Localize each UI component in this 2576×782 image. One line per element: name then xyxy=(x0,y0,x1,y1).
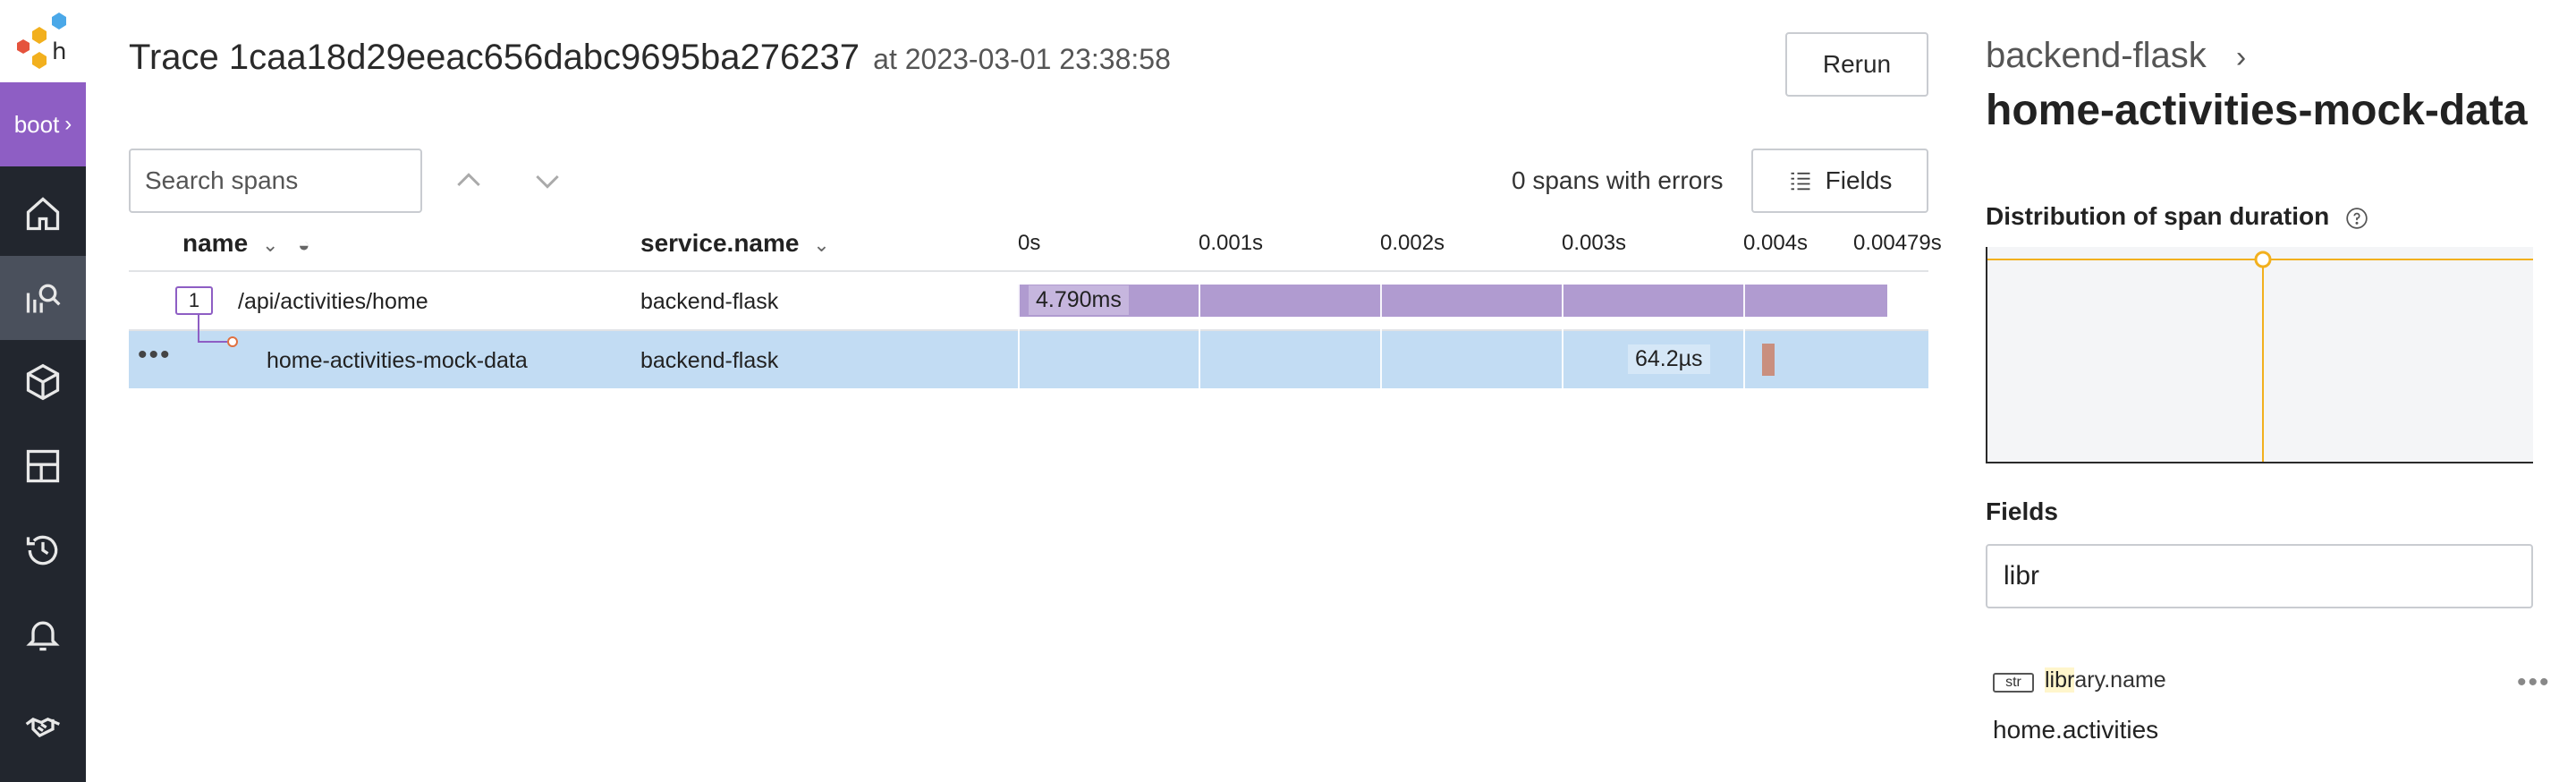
column-service-label: service.name xyxy=(640,229,800,257)
trace-timestamp: at 2023-03-01 23:38:58 xyxy=(873,43,1171,75)
timeline-tick-label: 0s xyxy=(1018,231,1041,255)
span-name: /api/activities/home xyxy=(238,289,428,314)
span-errors-count: 0 spans with errors xyxy=(1512,166,1724,194)
query-icon xyxy=(26,284,61,313)
column-header-service[interactable]: service.name ⌄ xyxy=(640,229,830,258)
distribution-label: Distribution of span duration xyxy=(1986,202,2368,231)
field-more-options-icon[interactable]: ••• xyxy=(2517,667,2551,698)
timeline-gridline xyxy=(1199,285,1200,388)
honeycomb-logo[interactable]: h xyxy=(0,0,86,82)
nav-home[interactable] xyxy=(0,172,86,256)
fields-button-label: Fields xyxy=(1825,166,1893,194)
home-icon xyxy=(26,197,60,231)
detail-service-name: backend-flask xyxy=(1986,36,2207,75)
span-duration-distribution-chart[interactable] xyxy=(1986,247,2533,463)
field-value: home.activities xyxy=(1993,716,2159,744)
honeycomb-logo-icon: h xyxy=(17,13,66,69)
field-name-rest: ary.name xyxy=(2074,667,2166,693)
chevron-right-icon: › xyxy=(64,112,72,136)
distribution-label-text: Distribution of span duration xyxy=(1986,202,2330,230)
help-icon[interactable] xyxy=(2345,207,2368,230)
rerun-button[interactable]: Rerun xyxy=(1785,32,1928,97)
nav-support[interactable] xyxy=(0,685,86,769)
environment-switcher[interactable]: boot › xyxy=(0,82,86,166)
field-name[interactable]: library.name xyxy=(2045,667,2166,693)
triggers-bell-icon xyxy=(26,621,60,651)
field-name-match: libr xyxy=(2045,667,2075,693)
support-handshake-icon xyxy=(25,717,60,738)
nav-history[interactable] xyxy=(0,508,86,592)
left-nav: h boot › xyxy=(0,0,86,782)
table-row-selected[interactable]: ••• home-activities-mock-data backend-fl… xyxy=(129,313,1928,388)
nav-boards[interactable] xyxy=(0,424,86,508)
timeline-tick-label: 0.00479s xyxy=(1853,231,1942,255)
distribution-plot xyxy=(1987,251,2533,462)
nav-query[interactable] xyxy=(0,256,86,340)
timeline-gridline xyxy=(1018,285,1020,388)
history-icon xyxy=(26,535,58,565)
svg-text:h: h xyxy=(52,38,66,65)
span-name: home-activities-mock-data xyxy=(267,348,528,373)
more-options-icon[interactable]: ••• xyxy=(138,340,172,370)
nav-datasets[interactable] xyxy=(0,340,86,424)
trace-id: Trace 1caa18d29eeac656dabc9695ba276237 xyxy=(129,38,860,77)
table-row[interactable]: 1 /api/activities/home backend-flask 4.7… xyxy=(129,272,1928,329)
nav-triggers[interactable] xyxy=(0,592,86,676)
boards-grid-icon xyxy=(26,449,60,483)
chevron-up-icon[interactable] xyxy=(451,163,487,199)
fields-list-icon xyxy=(1791,172,1810,191)
timeline-tick-label: 0.002s xyxy=(1380,231,1445,255)
span-service: backend-flask xyxy=(640,348,779,373)
tree-connector xyxy=(198,313,238,347)
span-service: backend-flask xyxy=(640,289,779,314)
span-bar[interactable] xyxy=(1018,285,1887,317)
timeline-gridline xyxy=(1380,285,1382,388)
search-spans-placeholder: Search spans xyxy=(145,166,299,194)
trace-title: Trace 1caa18d29eeac656dabc9695ba276237 a… xyxy=(129,38,1171,78)
fields-filter-input[interactable]: libr xyxy=(1986,544,2533,608)
timeline-tick-label: 0.001s xyxy=(1199,231,1264,255)
column-header-name[interactable]: name ⌄ ◒ xyxy=(182,229,309,258)
child-count-badge[interactable]: 1 xyxy=(175,286,213,315)
column-name-label: name xyxy=(182,229,249,257)
chevron-down-icon[interactable] xyxy=(530,163,565,199)
search-spans-input[interactable]: Search spans xyxy=(129,149,422,213)
timeline-tick-label: 0.004s xyxy=(1743,231,1809,255)
current-span-point[interactable] xyxy=(2254,251,2272,268)
span-bar[interactable] xyxy=(1761,344,1775,376)
span-duration-label: 4.790ms xyxy=(1029,285,1129,315)
chevron-right-icon: › xyxy=(2235,40,2247,74)
timeline-gridline xyxy=(1743,285,1745,388)
field-type-tag: str xyxy=(1993,673,2034,693)
fields-filter-value: libr xyxy=(2004,561,2040,591)
span-duration-label: 64.2µs xyxy=(1627,344,1710,374)
chevron-down-icon: ⌄ xyxy=(813,234,830,256)
drop-icon: ◒ xyxy=(298,234,310,256)
dataset-cube-icon xyxy=(26,363,60,401)
timeline-gridline xyxy=(1562,285,1563,388)
rerun-button-label: Rerun xyxy=(1822,50,1892,78)
fields-button[interactable]: Fields xyxy=(1751,149,1928,213)
fields-section-label: Fields xyxy=(1986,497,2058,525)
detail-span-title: home-activities-mock-data xyxy=(1986,87,2528,134)
timeline-tick-label: 0.003s xyxy=(1562,231,1627,255)
detail-service-breadcrumb[interactable]: backend-flask › xyxy=(1986,36,2246,76)
environment-name: boot xyxy=(13,110,60,138)
chevron-down-icon: ⌄ xyxy=(261,234,279,256)
